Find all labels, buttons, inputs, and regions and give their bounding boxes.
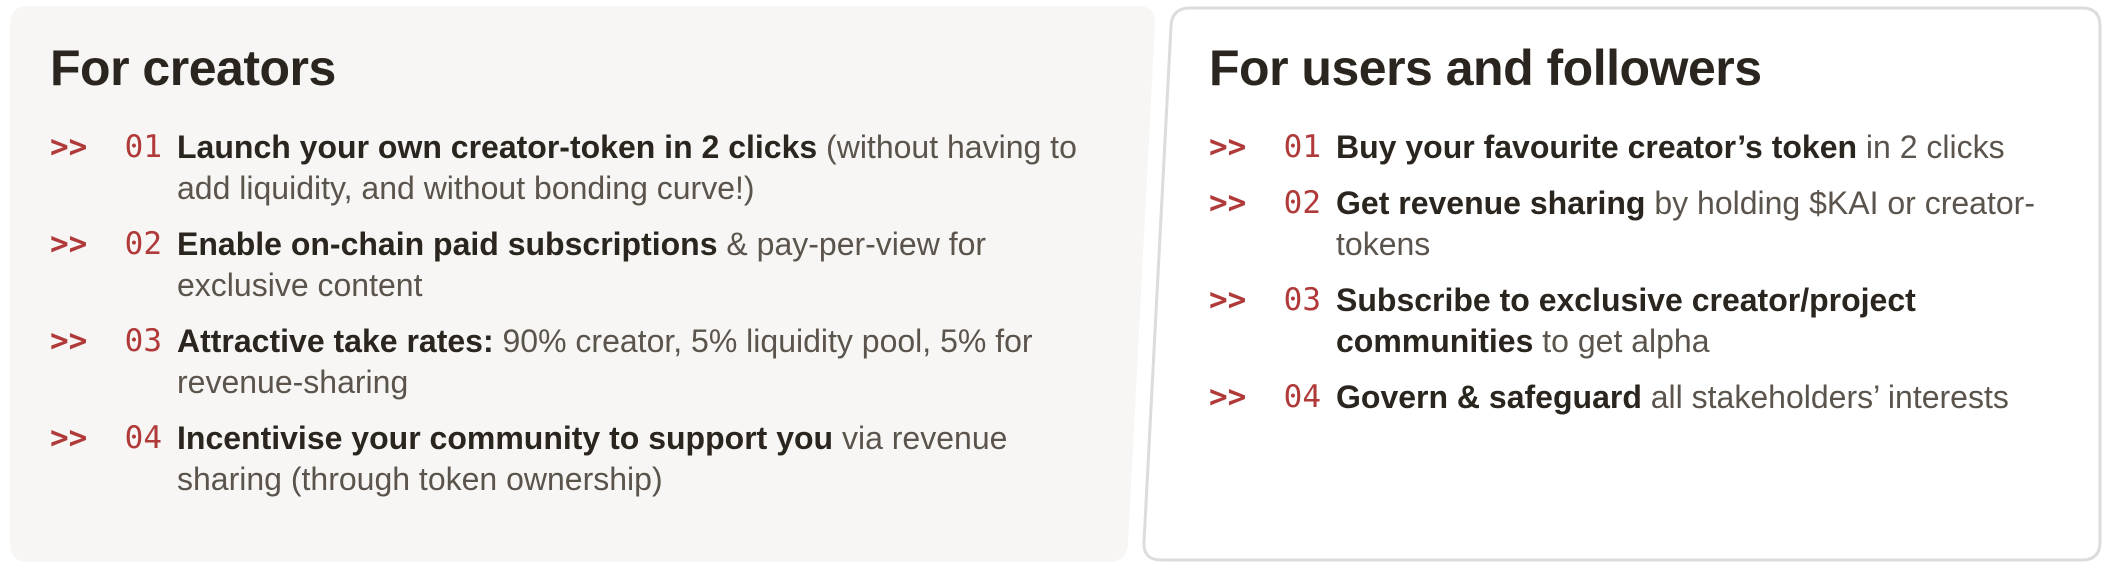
item-highlight: Attractive take rates:: [177, 323, 494, 359]
item-marker: >> 03: [50, 321, 162, 362]
item-marker: >> 01: [1209, 127, 1321, 168]
creators-item-04: >> 04 Incentivise your community to supp…: [50, 418, 1110, 500]
chevron-marker: >>: [50, 420, 88, 456]
users-item-02: >> 02 Get revenue sharing by holding $KA…: [1209, 183, 2079, 265]
item-number: 02: [1283, 185, 1321, 221]
chevron-marker: >>: [1209, 379, 1247, 415]
item-number: 03: [1283, 282, 1321, 318]
item-marker: >> 02: [50, 224, 162, 265]
creators-panel: For creators >> 01 Launch your own creat…: [50, 0, 1110, 515]
item-highlight: Govern & safeguard: [1336, 379, 1642, 415]
item-highlight: Get revenue sharing: [1336, 185, 1646, 221]
item-number: 04: [124, 420, 162, 456]
item-number: 01: [1283, 129, 1321, 165]
users-item-04: >> 04 Govern & safeguard all stakeholder…: [1209, 377, 2079, 418]
creators-list: >> 01 Launch your own creator-token in 2…: [50, 127, 1110, 500]
item-number: 02: [124, 226, 162, 262]
item-marker: >> 01: [50, 127, 162, 168]
item-number: 03: [124, 323, 162, 359]
item-highlight: Launch your own creator-token in 2 click…: [177, 129, 818, 165]
creators-item-01: >> 01 Launch your own creator-token in 2…: [50, 127, 1110, 209]
item-highlight: Enable on-chain paid subscriptions: [177, 226, 718, 262]
item-marker: >> 02: [1209, 183, 1321, 224]
creators-item-02: >> 02 Enable on-chain paid subscriptions…: [50, 224, 1110, 306]
chevron-marker: >>: [1209, 282, 1247, 318]
users-item-03: >> 03 Subscribe to exclusive creator/pro…: [1209, 280, 2079, 362]
users-panel: For users and followers >> 01 Buy your f…: [1209, 0, 2079, 433]
item-number: 01: [124, 129, 162, 165]
chevron-marker: >>: [1209, 185, 1247, 221]
item-number: 04: [1283, 379, 1321, 415]
item-text: all stakeholders’ interests: [1641, 379, 2009, 415]
creators-title: For creators: [50, 40, 336, 96]
feature-comparison: For creators >> 01 Launch your own creat…: [0, 0, 2110, 572]
item-highlight: Incentivise your community to support yo…: [177, 420, 834, 456]
chevron-marker: >>: [50, 129, 88, 165]
item-text: to get alpha: [1533, 323, 1710, 359]
users-list: >> 01 Buy your favourite creator’s token…: [1209, 127, 2079, 418]
item-marker: >> 04: [1209, 377, 1321, 418]
chevron-marker: >>: [1209, 129, 1247, 165]
creators-item-03: >> 03 Attractive take rates: 90% creator…: [50, 321, 1110, 403]
item-text: in 2 clicks: [1857, 129, 2005, 165]
item-marker: >> 03: [1209, 280, 1321, 321]
chevron-marker: >>: [50, 323, 88, 359]
item-highlight: Buy your favourite creator’s token: [1336, 129, 1858, 165]
users-title: For users and followers: [1209, 40, 1762, 96]
item-marker: >> 04: [50, 418, 162, 459]
users-item-01: >> 01 Buy your favourite creator’s token…: [1209, 127, 2079, 168]
chevron-marker: >>: [50, 226, 88, 262]
